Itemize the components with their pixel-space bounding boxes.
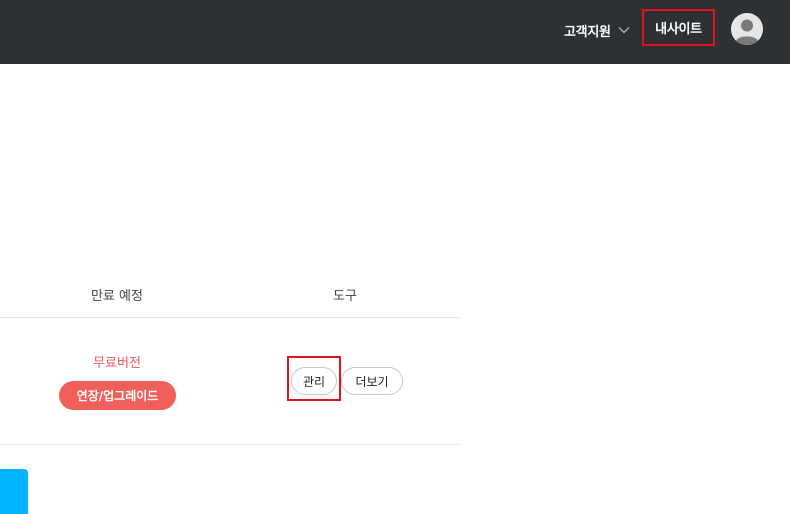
- column-header-tools: 도구: [333, 289, 357, 304]
- table-row-divider: [0, 444, 459, 445]
- column-header-expiry: 만료 예정: [91, 289, 143, 304]
- support-menu[interactable]: 고객지원: [564, 19, 630, 41]
- my-site-button[interactable]: 내사이트: [642, 9, 715, 46]
- table-header-divider: [0, 317, 459, 318]
- support-menu-label: 고객지원: [564, 24, 611, 40]
- plan-status-text: 무료버전: [93, 356, 141, 371]
- blue-side-button[interactable]: [0, 469, 28, 514]
- extend-upgrade-button[interactable]: 연장/업그레이드: [59, 381, 176, 410]
- user-avatar-icon[interactable]: [731, 13, 763, 45]
- manage-button[interactable]: 관리: [291, 367, 337, 395]
- top-navigation-bar: 고객지원 내사이트: [0, 0, 790, 64]
- chevron-down-icon: [618, 27, 630, 34]
- more-button[interactable]: 더보기: [341, 367, 403, 395]
